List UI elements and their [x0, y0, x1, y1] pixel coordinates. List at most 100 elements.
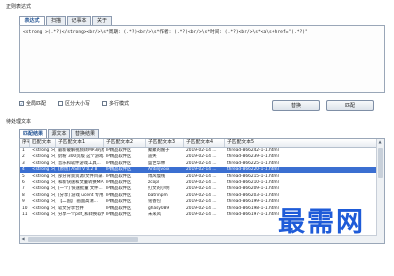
- table-cell: 2019-02-14 ...: [186, 205, 217, 211]
- scroll-up-icon[interactable]: ▲: [377, 139, 383, 145]
- column-header-1[interactable]: 匹配文本: [30, 139, 56, 147]
- table-cell: IP精品软件区: [106, 160, 132, 166]
- table-cell: 3: [22, 160, 25, 166]
- table-cell: 和新快速和文量转换MP3...: [58, 180, 104, 185]
- expression-editor[interactable]: <strong >(.*?)</strong><br/>\s*周期: (.*?)…: [19, 25, 385, 93]
- table-cell: 10: [22, 205, 28, 211]
- tab-notepad[interactable]: 记事本: [67, 16, 91, 25]
- table-cell: 部分背景资源/文件目录...: [58, 173, 104, 179]
- table-cell: 4: [22, 167, 25, 173]
- table-cell: <strong >[游...: [32, 160, 56, 166]
- table-cell: 【二国】 画面高清...: [58, 199, 98, 205]
- table-row[interactable]: 6 <strong >[Lay...和新快速和文量转换MP3...IP精品软件区 z…: [20, 180, 377, 186]
- vertical-scrollbar[interactable]: ▲: [376, 139, 384, 243]
- watermark-logo: 最需网: [278, 207, 365, 238]
- column-header-3[interactable]: 子匹配文本2: [104, 139, 146, 147]
- table-row[interactable]: 1 <strong >[Word...最新破解视频转MP3的原...IP精品软件区…: [20, 148, 377, 154]
- table-cell: 2019-02-14 ...: [186, 180, 217, 185]
- table-row[interactable]: 7 <strong >[Ja...[一个] 快速批量 文件...IP精品软件区 打文…: [20, 186, 377, 192]
- table-cell: <strong >[Ask...: [32, 199, 56, 205]
- table-cell: [一个] 快速批量 文件...: [58, 186, 103, 192]
- table-row[interactable]: 3 <strong >[游...音乐和软件游戏工具... IP精品软件区 盛世华林 20…: [20, 161, 377, 167]
- column-header-4[interactable]: 子匹配文本3: [146, 139, 184, 147]
- case-sensitive-checkbox[interactable]: [58, 101, 63, 106]
- case-sensitive-label: 区分大小写: [65, 101, 91, 107]
- table-cell: 2019-02-14 ...: [186, 160, 217, 166]
- table-row[interactable]: 2 <strong >[成...奶粉 300页版 这个游戏...IP精品软件区 遗失…: [20, 154, 377, 160]
- table-cell: IP精品软件区: [106, 205, 132, 211]
- tab-source-text[interactable]: 源文本: [48, 129, 70, 138]
- column-header-5[interactable]: 子匹配文本4: [184, 139, 225, 147]
- table-cell: 聚聚的嫂子: [148, 148, 170, 153]
- table-cell: zcopl: [148, 180, 160, 185]
- table-cell: 2: [22, 154, 25, 160]
- table-cell: thread-866209-1-1.html: [227, 186, 279, 192]
- table-cell: 最新破解视频转MP3的原...: [58, 148, 104, 153]
- table-cell: 2019-02-14 ...: [186, 167, 217, 173]
- table-cell: 2019-02-14 ...: [186, 173, 217, 179]
- table-cell: IP精品软件区: [106, 167, 132, 173]
- table-cell: <strong >[Lay...: [32, 180, 56, 185]
- tab-about[interactable]: 关于: [92, 16, 112, 25]
- table-cell: batrinpm: [148, 192, 168, 198]
- table-cell: thread-866215-1-1.html: [227, 173, 279, 179]
- table-cell: IP精品软件区: [106, 212, 132, 217]
- tab-replace-results[interactable]: 替换结果: [71, 129, 99, 138]
- column-header-6[interactable]: 子匹配文本5: [225, 139, 379, 147]
- global-match-checkbox[interactable]: ✓: [19, 101, 24, 106]
- multiline-label: 多行模式: [109, 101, 130, 107]
- results-group-title: 待处理文本: [6, 119, 32, 125]
- table-cell: <strong >[B...: [32, 173, 56, 179]
- table-cell: thread-866220-1-1.html: [227, 167, 279, 173]
- table-cell: 遗失: [148, 154, 157, 160]
- table-cell: [分享] 游戏 ucent 专用...: [58, 192, 104, 198]
- table-row[interactable]: 8 <strong >[Tas...[分享] 游戏 ucent 专用...IP精品…: [20, 193, 377, 199]
- regex-expression-text[interactable]: <strong >(.*?)</strong><br/>\s*周期: (.*?)…: [23, 29, 381, 35]
- table-cell: 软文分享合并: [58, 205, 84, 211]
- table-cell: <strong >[Ja...: [32, 186, 56, 192]
- table-cell: IP精品软件区: [106, 186, 132, 192]
- horizontal-scroll-thumb[interactable]: [28, 237, 138, 242]
- table-row[interactable]: 5 <strong >[B...部分背景资源/文件目录...IP精品软件区 博风慢线…: [20, 174, 377, 180]
- option-global-match[interactable]: ✓ 全局匹配: [19, 100, 46, 107]
- table-cell: 盛世华林: [148, 160, 166, 166]
- match-button[interactable]: 匹配: [326, 100, 374, 111]
- table-cell: IP精品软件区: [106, 154, 132, 160]
- table-cell: thread-866225-1-1.html: [227, 160, 279, 166]
- table-cell: IP精品软件区: [106, 199, 132, 205]
- table-cell: <strong >[Tas...: [32, 192, 56, 198]
- table-cell: 2019-02-14 ...: [186, 154, 217, 160]
- table-cell: IP精品软件区: [106, 173, 132, 179]
- table-cell: 2019-02-14 ...: [186, 148, 217, 153]
- option-case-sensitive[interactable]: 区分大小写: [58, 100, 90, 107]
- table-cell: <strong >[成...: [32, 154, 56, 160]
- table-cell: IP精品软件区: [106, 192, 132, 198]
- table-row[interactable]: 4 <strong >[A...[原创] ASIII V 0.2 8 IP精品软件区…: [20, 167, 377, 174]
- replace-button[interactable]: 替换: [272, 100, 320, 111]
- column-header-0[interactable]: 序号: [20, 139, 30, 147]
- table-cell: 2019-02-14 ...: [186, 192, 217, 198]
- table-cell: IP精品软件区: [106, 148, 132, 153]
- vertical-scroll-thumb[interactable]: [378, 148, 383, 178]
- column-header-2[interactable]: 子匹配文本1: [56, 139, 104, 147]
- table-cell: 打文的小明: [148, 186, 170, 192]
- table-cell: thread-866210-1-1.html: [227, 180, 279, 185]
- table-cell: 5: [22, 173, 25, 179]
- table-cell: thread-866242-1-1.html: [227, 148, 279, 153]
- scroll-left-icon[interactable]: ◀: [20, 236, 26, 242]
- option-multiline[interactable]: 多行模式: [102, 100, 129, 107]
- table-cell: 6: [22, 180, 25, 185]
- table-cell: 2019-02-14 ...: [186, 212, 217, 217]
- table-cell: <strong >[A...: [32, 167, 56, 173]
- table-cell: 分享一个pdf_和转换软件: [58, 212, 104, 217]
- table-cell: 8: [22, 192, 25, 198]
- table-cell: 2019-02-14 ...: [186, 199, 217, 205]
- table-cell: 博风慢线: [148, 173, 166, 179]
- tab-scan[interactable]: 扫描: [46, 16, 66, 25]
- multiline-checkbox[interactable]: [102, 101, 107, 106]
- table-cell: 未来风: [148, 212, 161, 217]
- regex-group-title: 正则表达式: [6, 4, 32, 10]
- table-cell: 9: [22, 199, 25, 205]
- table-cell: 2019-02-14 ...: [186, 186, 217, 192]
- table-cell: thread-866239-1-1.html: [227, 154, 279, 160]
